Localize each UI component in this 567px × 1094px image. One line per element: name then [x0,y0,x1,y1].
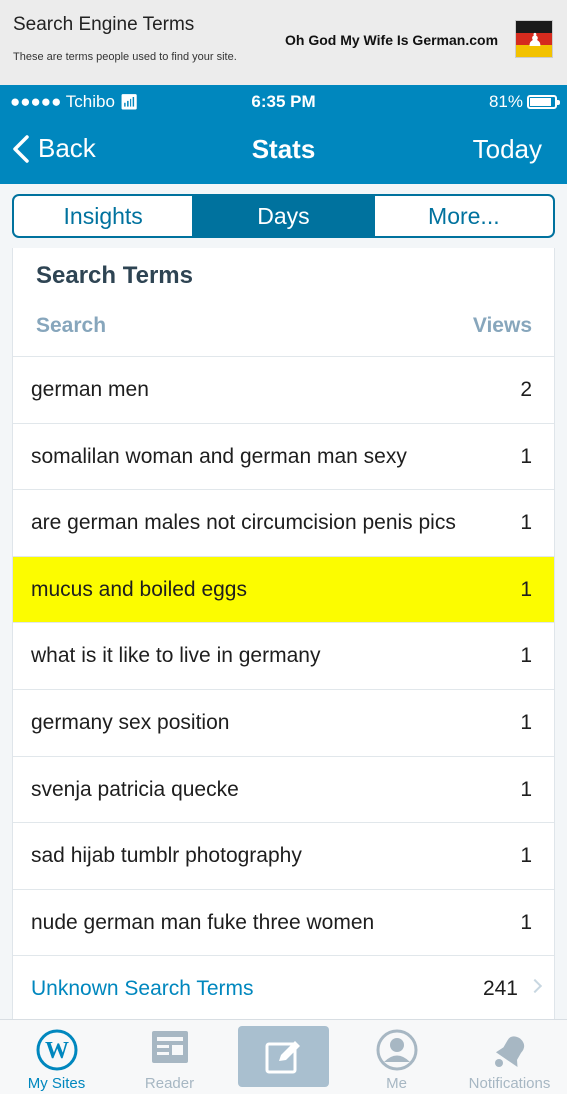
column-views: Views [472,314,532,337]
view-count: 1 [520,644,532,668]
view-count: 2 [520,378,532,401]
search-term: what is it like to live in germany [31,644,321,668]
banner-title: Search Engine Terms [13,14,195,35]
blog-banner: Search Engine Terms These are terms peop… [0,0,567,85]
tab-label: Reader [144,1075,195,1092]
tab-label: My Sites [27,1075,86,1092]
nav-bar: Back Stats Today [0,119,567,184]
table-row: nude german man fuke three women 1 [13,888,554,956]
search-term: mucus and boiled eggs [31,577,247,601]
tab-reader[interactable]: Reader [113,1020,226,1094]
segment-container: Insights Days More... [0,184,567,248]
battery-indicator: 81% [488,92,560,112]
segment-insights[interactable]: Insights [14,196,195,236]
status-time: 6:35 PM [251,92,316,111]
view-count: 1 [520,444,532,468]
battery-percent: 81% [488,92,523,111]
table-row: sad hijab tumblr photography 1 [13,822,554,889]
column-headers: Search Views [13,310,554,356]
search-term: sad hijab tumblr photography [31,844,302,868]
search-term: germany sex position [31,710,230,734]
table-row: german men 2 [13,356,554,423]
search-term: nude german man fuke three women [31,910,375,934]
wordpress-icon: W [36,1029,77,1071]
german-flag-emblem-icon: ♟ [515,20,553,58]
view-count: 1 [520,777,532,801]
view-count: 1 [520,710,532,734]
today-button[interactable]: Today [473,134,542,165]
view-count: 1 [520,844,532,868]
status-bar: ●●●●● Tchibo 📶︎ 6:35 PM 81% [0,85,567,119]
search-terms-card: Search Terms Search Views german men 2 s… [12,248,555,1019]
search-term: svenja patricia quecke [31,777,239,801]
segment-more[interactable]: More... [375,196,553,236]
bell-icon [494,1036,524,1068]
tab-my-sites[interactable]: W My Sites [0,1020,113,1094]
reader-icon [151,1031,188,1063]
search-term: german men [31,378,149,401]
tab-notifications[interactable]: Notifications [453,1020,566,1094]
view-count: 1 [520,577,532,601]
table-row-highlighted: mucus and boiled eggs 1 [13,555,554,623]
search-term: are german males not circumcision penis … [31,511,456,535]
view-count: 1 [520,910,532,934]
search-terms-list: german men 2 somalilan woman and german … [13,356,554,1022]
write-post-icon [265,1041,300,1074]
tab-bar: W My Sites Reader Me Notifications [0,1019,567,1094]
banner-subtitle: These are terms people used to find your… [13,51,237,63]
segment-days[interactable]: Days [194,196,375,236]
view-count: 241 [482,977,518,1001]
tab-me[interactable]: Me [340,1020,453,1094]
table-row: svenja patricia quecke 1 [13,755,554,823]
unknown-search-terms-row[interactable]: Unknown Search Terms 241 [13,955,554,1022]
search-term: somalilan woman and german man sexy [31,444,407,468]
table-row: what is it like to live in germany 1 [13,622,554,689]
chevron-right-icon [527,979,543,994]
tab-label: Me [386,1075,407,1092]
column-search: Search [36,314,107,337]
app-header: ●●●●● Tchibo 📶︎ 6:35 PM 81% Back Stats T… [0,85,567,184]
banner-site-name: Oh God My Wife Is German.com [285,32,499,48]
svg-text:W: W [45,1038,69,1064]
user-avatar-icon [376,1029,417,1071]
table-row: somalilan woman and german man sexy 1 [13,422,554,490]
period-segmented-control: Insights Days More... [12,194,555,238]
write-post-button[interactable] [238,1026,329,1087]
battery-icon [527,95,560,109]
table-row: are german males not circumcision penis … [13,489,554,556]
view-count: 1 [520,511,532,535]
tab-label: Notifications [468,1075,551,1092]
card-title: Search Terms [36,262,193,289]
table-row: germany sex position 1 [13,688,554,756]
unknown-search-terms-link[interactable]: Unknown Search Terms [31,977,254,1001]
